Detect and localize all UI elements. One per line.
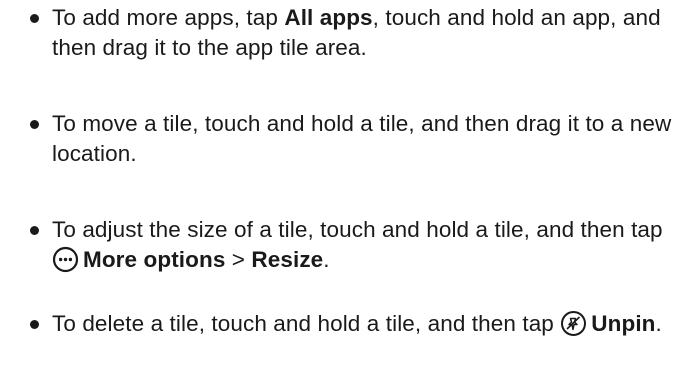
list-item-text: To adjust the size of a tile, touch and … bbox=[52, 215, 690, 275]
all-apps-label: All apps bbox=[284, 5, 373, 30]
text-segment: To delete a tile, touch and hold a tile,… bbox=[52, 311, 561, 336]
text-segment: > bbox=[225, 247, 252, 272]
list-item-move-tile: To move a tile, touch and hold a tile, a… bbox=[30, 109, 690, 169]
bullet-dot bbox=[30, 14, 39, 23]
list-item-add-apps: To add more apps, tap All apps, touch an… bbox=[30, 3, 690, 63]
more-options-icon bbox=[52, 246, 79, 273]
list-item-text: To delete a tile, touch and hold a tile,… bbox=[52, 309, 690, 339]
bullet-dot bbox=[30, 320, 39, 329]
text-segment: . bbox=[655, 311, 662, 336]
text-segment: To adjust the size of a tile, touch and … bbox=[52, 217, 663, 242]
more-options-label: More options bbox=[83, 247, 226, 272]
unpin-label: Unpin bbox=[591, 311, 656, 336]
bullet-dot bbox=[30, 226, 39, 235]
list-item-text: To move a tile, touch and hold a tile, a… bbox=[52, 111, 672, 166]
resize-label: Resize bbox=[251, 247, 324, 272]
text-segment: . bbox=[323, 247, 330, 272]
list-item-text: To add more apps, tap All apps, touch an… bbox=[52, 3, 690, 63]
list-item-delete-tile: To delete a tile, touch and hold a tile,… bbox=[30, 309, 690, 339]
bullet-dot bbox=[30, 120, 39, 129]
instructions-list: To add more apps, tap All apps, touch an… bbox=[0, 0, 700, 372]
unpin-icon bbox=[560, 310, 587, 337]
text-segment: To add more apps, tap bbox=[52, 5, 285, 30]
list-item-resize-tile: To adjust the size of a tile, touch and … bbox=[30, 215, 690, 275]
